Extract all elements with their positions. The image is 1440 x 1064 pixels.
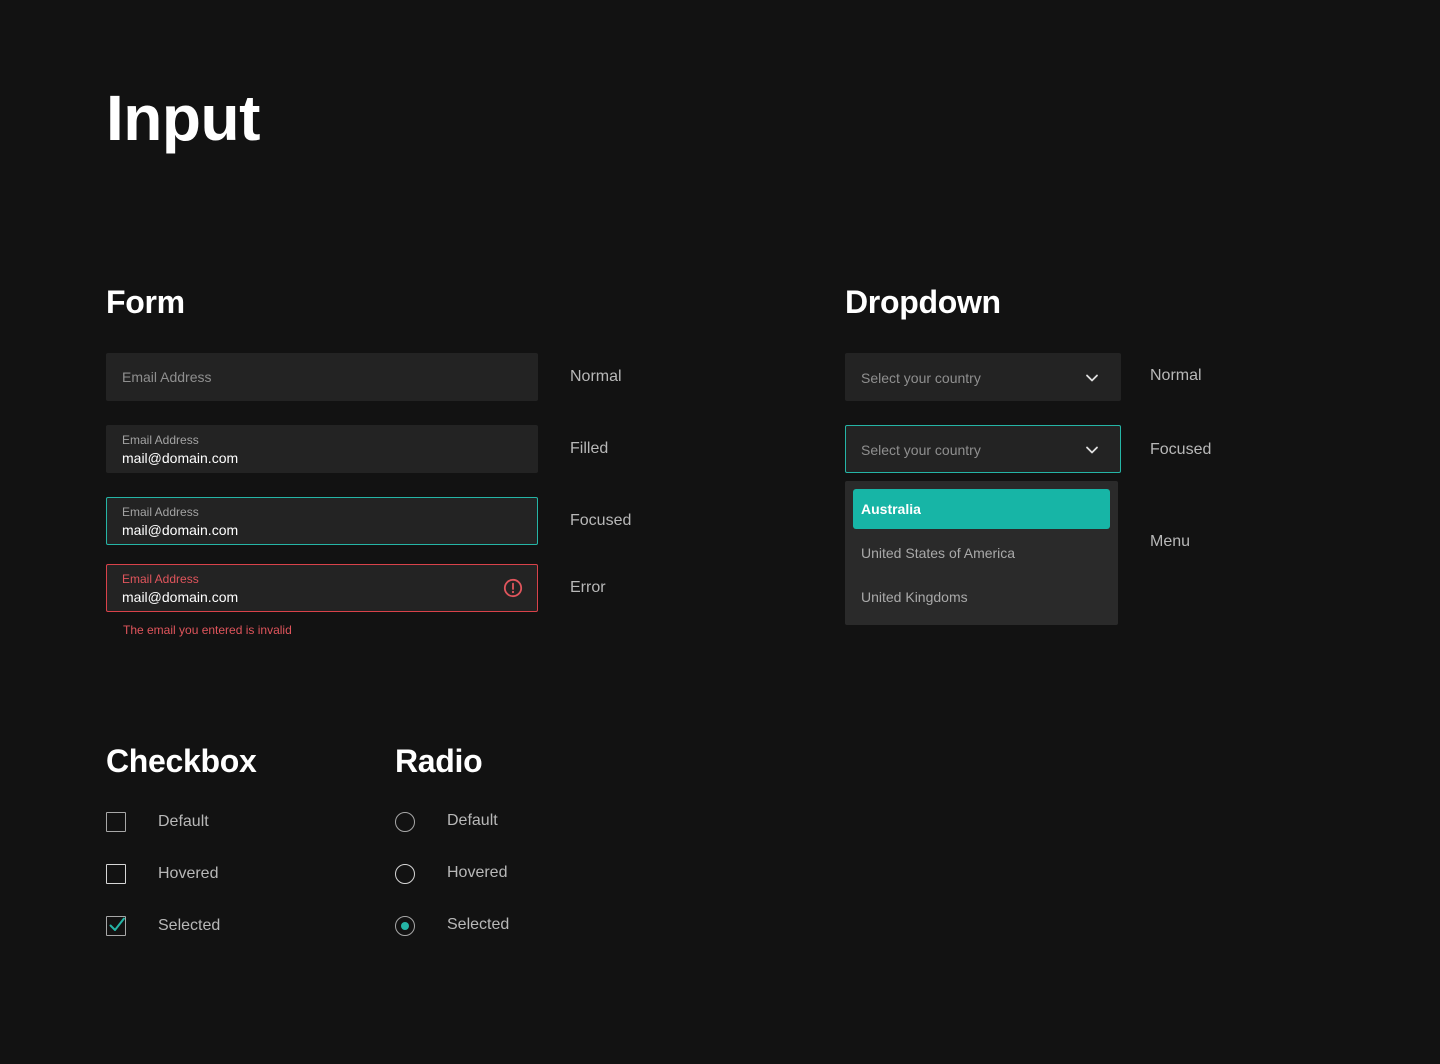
- state-label-normal: Normal: [570, 368, 622, 385]
- menu-item-uk[interactable]: United Kingdoms: [853, 577, 1110, 617]
- error-message: The email you entered is invalid: [123, 623, 292, 637]
- email-placeholder: Email Address: [122, 369, 212, 385]
- select-placeholder: Select your country: [861, 442, 981, 458]
- radio-label: Hovered: [447, 864, 508, 881]
- email-value: mail@domain.com: [122, 522, 239, 538]
- country-select-normal[interactable]: Select your country: [845, 353, 1121, 401]
- email-value: mail@domain.com: [122, 450, 239, 466]
- email-value: mail@domain.com: [122, 589, 239, 605]
- check-icon: [109, 917, 125, 931]
- radio-label: Default: [447, 812, 498, 829]
- country-menu: Australia United States of America Unite…: [845, 481, 1118, 625]
- email-field-focused[interactable]: Email Address mail@domain.com: [106, 497, 538, 545]
- email-field-normal[interactable]: Email Address: [106, 353, 538, 401]
- state-label-filled: Filled: [570, 440, 609, 457]
- page-title: Input: [106, 82, 260, 154]
- form-section-title: Form: [106, 284, 185, 320]
- chevron-down-icon: [1086, 446, 1098, 454]
- email-label: Email Address: [122, 505, 199, 519]
- state-label-normal: Normal: [1150, 367, 1202, 384]
- checkbox-label: Default: [158, 813, 209, 830]
- checkbox-section-title: Checkbox: [106, 743, 257, 779]
- radio-label: Selected: [447, 916, 510, 933]
- radio-section-title: Radio: [395, 743, 483, 779]
- email-label: Email Address: [122, 572, 199, 586]
- menu-item-usa[interactable]: United States of America: [853, 533, 1110, 573]
- checkbox-label: Selected: [158, 917, 221, 934]
- menu-item-australia[interactable]: Australia: [853, 489, 1110, 529]
- email-field-filled[interactable]: Email Address mail@domain.com: [106, 425, 538, 473]
- state-label-menu: Menu: [1150, 533, 1191, 550]
- alert-circle-icon: [503, 578, 523, 598]
- checkbox-selected[interactable]: [106, 916, 126, 936]
- radio-hovered[interactable]: [395, 864, 415, 884]
- state-label-error: Error: [570, 579, 606, 596]
- radio-default[interactable]: [395, 812, 415, 832]
- country-select-focused[interactable]: Select your country: [845, 425, 1121, 473]
- radio-selected[interactable]: [395, 916, 415, 936]
- email-field-error[interactable]: Email Address mail@domain.com: [106, 564, 538, 612]
- radio-dot: [400, 921, 409, 930]
- email-label: Email Address: [122, 433, 199, 447]
- state-label-focused: Focused: [1150, 441, 1212, 458]
- select-placeholder: Select your country: [861, 370, 981, 386]
- checkbox-hovered[interactable]: [106, 864, 126, 884]
- page: Input Form Email Address Normal Email Ad…: [0, 0, 1440, 1064]
- checkbox-default[interactable]: [106, 812, 126, 832]
- state-label-focused: Focused: [570, 512, 632, 529]
- checkbox-label: Hovered: [158, 865, 219, 882]
- dropdown-section-title: Dropdown: [845, 284, 1001, 320]
- chevron-down-icon: [1086, 374, 1098, 382]
